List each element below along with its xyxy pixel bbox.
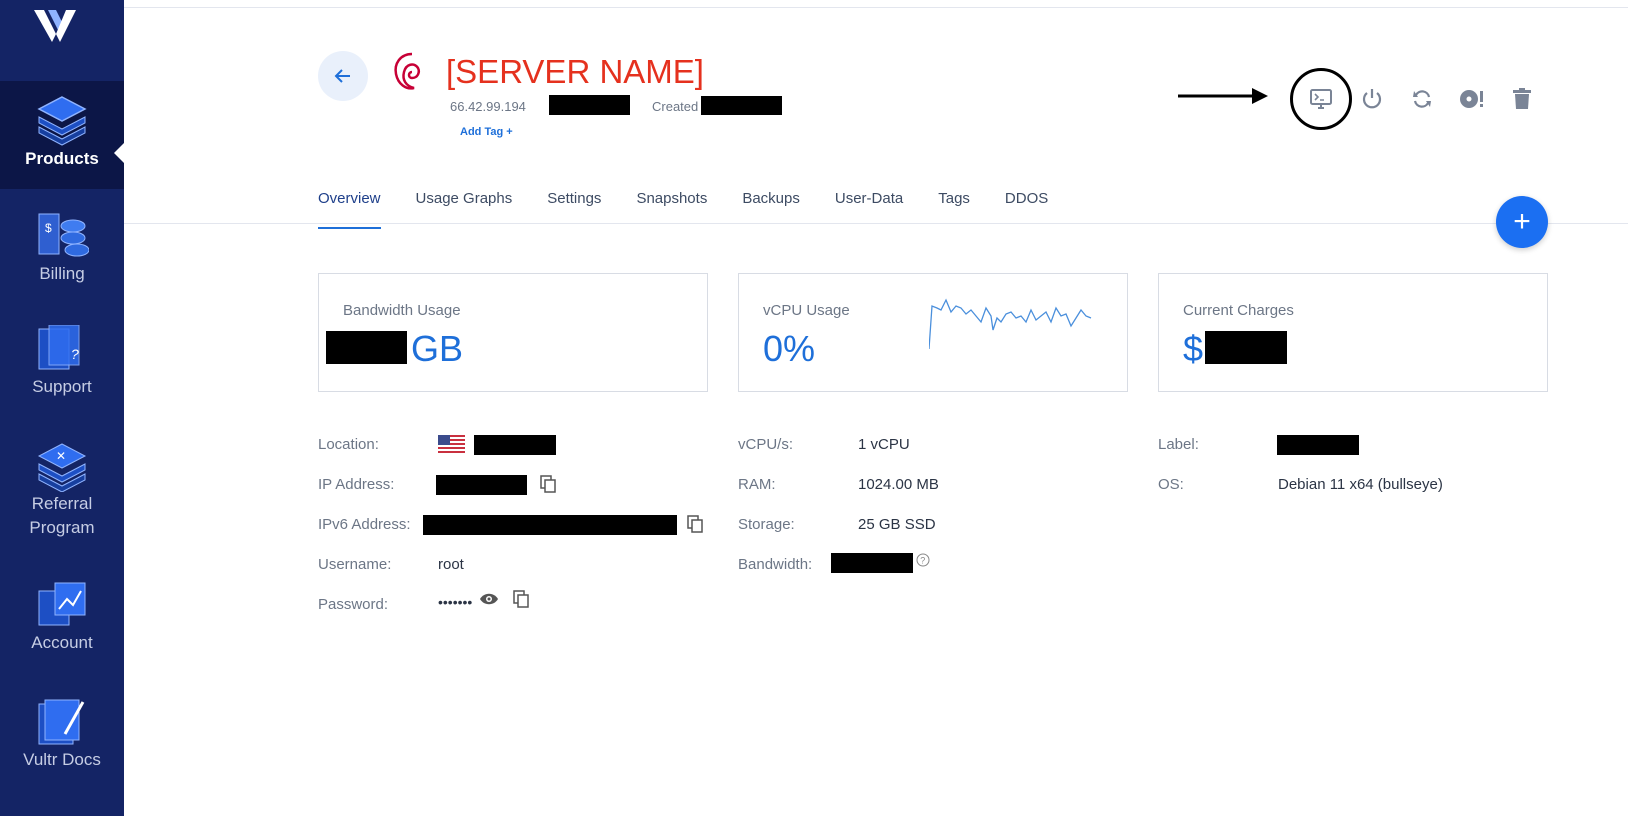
sidebar-item-label: Referral Program bbox=[29, 494, 95, 537]
products-icon bbox=[37, 96, 87, 146]
disc-alert-icon bbox=[1460, 90, 1483, 108]
bandwidth-card: Bandwidth Usage GB bbox=[318, 273, 708, 392]
annotation-arrow-icon bbox=[1178, 88, 1268, 104]
card-title: Bandwidth Usage bbox=[343, 302, 461, 319]
tab-usage-graphs[interactable]: Usage Graphs bbox=[416, 190, 513, 222]
sidebar: Products $ Billing ? Support ✕ Referral … bbox=[0, 0, 124, 816]
support-icon: ? bbox=[38, 325, 80, 370]
sidebar-item-products[interactable]: Products bbox=[0, 81, 124, 189]
back-button[interactable] bbox=[318, 51, 368, 101]
eye-icon[interactable] bbox=[479, 592, 499, 606]
charges-card: Current Charges $ bbox=[1158, 273, 1548, 392]
ram-label: RAM: bbox=[738, 476, 776, 493]
tab-divider bbox=[124, 223, 1628, 224]
sidebar-item-label: Products bbox=[25, 149, 99, 168]
card-title: Current Charges bbox=[1183, 302, 1294, 319]
tab-tags[interactable]: Tags bbox=[938, 190, 970, 222]
redacted-ip-address bbox=[436, 475, 527, 495]
docs-icon bbox=[38, 699, 85, 745]
debian-logo-icon bbox=[394, 52, 420, 90]
console-icon bbox=[1310, 89, 1332, 109]
top-divider bbox=[124, 7, 1628, 8]
copy-ip-icon[interactable] bbox=[539, 475, 557, 493]
tab-snapshots[interactable]: Snapshots bbox=[636, 190, 707, 222]
billing-icon: $ bbox=[38, 213, 89, 257]
server-name: [SERVER NAME] bbox=[446, 53, 704, 90]
redacted-label bbox=[1277, 435, 1359, 455]
tab-overview[interactable]: Overview bbox=[318, 190, 381, 229]
vcpus-value: 1 vCPU bbox=[858, 436, 910, 453]
svg-text:✕: ✕ bbox=[56, 449, 66, 463]
vcpus-label: vCPU/s: bbox=[738, 436, 794, 453]
arrow-left-icon bbox=[334, 69, 350, 83]
add-tag-link[interactable]: Add Tag + bbox=[460, 126, 513, 138]
tab-bar: Overview Usage Graphs Settings Snapshots… bbox=[318, 190, 1083, 229]
sidebar-item-vultr-docs[interactable]: Vultr Docs bbox=[0, 694, 124, 774]
redacted-location bbox=[474, 435, 556, 455]
sidebar-item-label: Account bbox=[31, 633, 93, 652]
charges-currency: $ bbox=[1183, 328, 1204, 369]
redacted-block bbox=[549, 95, 630, 115]
sidebar-item-billing[interactable]: $ Billing bbox=[0, 212, 124, 292]
storage-value: 25 GB SSD bbox=[858, 516, 936, 533]
bandwidth-unit: GB bbox=[411, 328, 464, 369]
vcpu-card: vCPU Usage 0% bbox=[738, 273, 1128, 392]
redacted-charges-value bbox=[1205, 331, 1287, 364]
label-label: Label: bbox=[1158, 436, 1199, 453]
tab-ddos[interactable]: DDOS bbox=[1005, 190, 1048, 222]
ip-address-label: IP Address: bbox=[318, 476, 395, 493]
add-button[interactable]: + bbox=[1496, 196, 1548, 248]
reinstall-button[interactable] bbox=[1457, 84, 1487, 114]
os-value: Debian 11 x64 (bullseye) bbox=[1278, 476, 1443, 493]
restart-button[interactable] bbox=[1407, 84, 1437, 114]
redacted-bandwidth-value bbox=[326, 331, 407, 364]
ipv6-label: IPv6 Address: bbox=[318, 516, 411, 533]
active-caret bbox=[114, 143, 124, 163]
refresh-icon bbox=[1413, 90, 1431, 108]
console-button[interactable] bbox=[1306, 84, 1336, 114]
created-label: Created bbox=[652, 99, 699, 114]
redacted-bandwidth bbox=[831, 553, 913, 573]
server-ip: 66.42.99.194 bbox=[450, 99, 526, 114]
tab-settings[interactable]: Settings bbox=[547, 190, 601, 222]
password-label: Password: bbox=[318, 596, 389, 613]
storage-label: Storage: bbox=[738, 516, 795, 533]
sidebar-item-label: Support bbox=[32, 377, 92, 396]
account-icon bbox=[38, 582, 86, 626]
location-label: Location: bbox=[318, 436, 379, 453]
redacted-ipv6 bbox=[423, 515, 677, 535]
ram-value: 1024.00 MB bbox=[858, 476, 939, 493]
sidebar-item-account[interactable]: Account bbox=[0, 581, 124, 661]
sidebar-item-referral[interactable]: ✕ Referral Program bbox=[0, 442, 124, 552]
vultr-logo[interactable] bbox=[30, 4, 80, 44]
sidebar-item-label: Vultr Docs bbox=[23, 750, 101, 769]
us-flag-icon bbox=[438, 435, 465, 454]
svg-text:?: ? bbox=[920, 556, 925, 566]
sidebar-item-support[interactable]: ? Support bbox=[0, 325, 124, 405]
plus-icon: + bbox=[1513, 205, 1531, 238]
svg-text:?: ? bbox=[71, 346, 79, 362]
redacted-created-date bbox=[701, 96, 782, 115]
os-label: OS: bbox=[1158, 476, 1184, 493]
copy-ipv6-icon[interactable] bbox=[686, 515, 704, 533]
power-button[interactable] bbox=[1357, 84, 1387, 114]
sidebar-item-label: Billing bbox=[39, 264, 85, 283]
password-value: ••••••• bbox=[438, 594, 473, 610]
card-title: vCPU Usage bbox=[763, 302, 850, 319]
bandwidth-label: Bandwidth: bbox=[738, 556, 813, 573]
username-value: root bbox=[438, 556, 464, 573]
help-icon[interactable]: ? bbox=[916, 553, 930, 567]
username-label: Username: bbox=[318, 556, 392, 573]
delete-button[interactable] bbox=[1507, 84, 1537, 114]
vcpu-usage-value: 0% bbox=[763, 328, 816, 369]
trash-icon bbox=[1513, 88, 1531, 109]
svg-text:$: $ bbox=[45, 221, 52, 235]
tab-backups[interactable]: Backups bbox=[742, 190, 800, 222]
copy-password-icon[interactable] bbox=[512, 590, 530, 608]
tab-user-data[interactable]: User-Data bbox=[835, 190, 903, 222]
referral-icon: ✕ bbox=[37, 443, 87, 492]
power-icon bbox=[1362, 89, 1382, 109]
vcpu-sparkline bbox=[929, 298, 1092, 350]
